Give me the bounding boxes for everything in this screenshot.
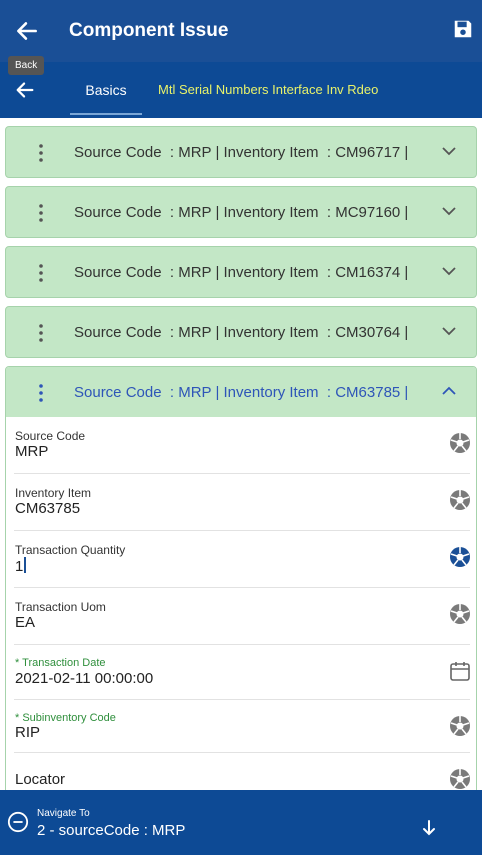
vertical-dots-icon[interactable] <box>36 383 46 403</box>
navigate-label: Navigate To <box>37 808 90 819</box>
field-value[interactable]: 1 <box>15 558 23 575</box>
aperture-icon[interactable] <box>448 714 472 738</box>
tab-mtl-serial-numbers[interactable]: Mtl Serial Numbers Interface Inv Rdeo <box>158 62 378 118</box>
vertical-dots-icon[interactable] <box>36 143 46 163</box>
page-title: Component Issue <box>69 20 229 41</box>
navigate-value[interactable]: 2 - sourceCode : MRP <box>37 822 185 839</box>
field-input[interactable]: 1 <box>15 557 27 575</box>
field-label: * Subinventory Code <box>15 712 116 724</box>
record-summary: Source Code : MRP | Inventory Item : MC9… <box>74 204 409 221</box>
field-label: Locator <box>15 771 66 788</box>
record-summary: Source Code : MRP | Inventory Item : CM3… <box>74 324 409 341</box>
record-card[interactable]: Source Code : MRP | Inventory Item : CM3… <box>5 306 477 358</box>
arrow-down-icon[interactable] <box>422 820 436 836</box>
record-card[interactable]: Source Code : MRP | Inventory Item : CM9… <box>5 126 477 178</box>
field-source-code[interactable]: Source Code MRP <box>14 417 470 474</box>
aperture-icon[interactable] <box>448 431 472 455</box>
field-value[interactable]: CM63785 <box>15 500 80 517</box>
aperture-icon[interactable] <box>448 545 472 569</box>
field-label: Transaction Uom <box>15 600 106 614</box>
record-summary: Source Code : MRP | Inventory Item : CM1… <box>74 264 409 281</box>
record-card[interactable]: Source Code : MRP | Inventory Item : MC9… <box>5 186 477 238</box>
calendar-icon[interactable] <box>448 659 472 683</box>
expanded-record-header[interactable]: Source Code : MRP | Inventory Item : CM6… <box>6 367 476 417</box>
aperture-icon[interactable] <box>448 602 472 626</box>
field-transaction-uom[interactable]: Transaction Uom EA <box>14 588 470 645</box>
vertical-dots-icon[interactable] <box>36 263 46 283</box>
chevron-down-icon[interactable] <box>442 206 456 216</box>
minus-circle-icon[interactable] <box>7 811 29 833</box>
expanded-record-card: Source Code : MRP | Inventory Item : CM6… <box>5 366 477 790</box>
app-header: Component Issue <box>0 0 482 62</box>
aperture-icon[interactable] <box>448 488 472 512</box>
chevron-up-icon[interactable] <box>442 386 456 396</box>
record-card[interactable]: Source Code : MRP | Inventory Item : CM1… <box>5 246 477 298</box>
record-summary: Source Code : MRP | Inventory Item : CM9… <box>74 144 409 161</box>
vertical-dots-icon[interactable] <box>36 323 46 343</box>
record-summary: Source Code : MRP | Inventory Item : CM6… <box>74 384 409 401</box>
save-icon[interactable] <box>452 18 474 40</box>
field-locator[interactable]: Locator <box>14 753 470 790</box>
field-label: Source Code <box>15 429 86 443</box>
field-value[interactable]: MRP <box>15 443 48 460</box>
field-value[interactable]: RIP <box>15 724 40 741</box>
field-value[interactable]: EA <box>15 614 35 631</box>
tab-bar: Basics Mtl Serial Numbers Interface Inv … <box>0 62 482 118</box>
field-inventory-item[interactable]: Inventory Item CM63785 <box>14 474 470 531</box>
chevron-down-icon[interactable] <box>442 146 456 156</box>
field-label: Transaction Quantity <box>15 543 126 557</box>
chevron-down-icon[interactable] <box>442 266 456 276</box>
field-subinventory-code[interactable]: * Subinventory Code RIP <box>14 700 470 753</box>
field-label: Inventory Item <box>15 486 92 500</box>
field-transaction-quantity[interactable]: Transaction Quantity 1 <box>14 531 470 588</box>
chevron-down-icon[interactable] <box>442 326 456 336</box>
record-list[interactable]: Source Code : MRP | Inventory Item : CM9… <box>0 118 482 790</box>
tab-basics[interactable]: Basics <box>70 62 142 115</box>
back-arrow-icon[interactable] <box>14 79 36 101</box>
field-transaction-date[interactable]: * Transaction Date 2021-02-11 00:00:00 <box>14 645 470 700</box>
aperture-icon[interactable] <box>448 767 472 790</box>
back-tooltip: Back <box>8 56 45 75</box>
navigate-bar: Navigate To 2 - sourceCode : MRP <box>0 790 482 855</box>
back-arrow-icon[interactable] <box>14 18 40 44</box>
text-caret <box>24 557 27 573</box>
field-value[interactable]: 2021-02-11 00:00:00 <box>15 670 153 687</box>
vertical-dots-icon[interactable] <box>36 203 46 223</box>
field-label: * Transaction Date <box>15 657 106 669</box>
